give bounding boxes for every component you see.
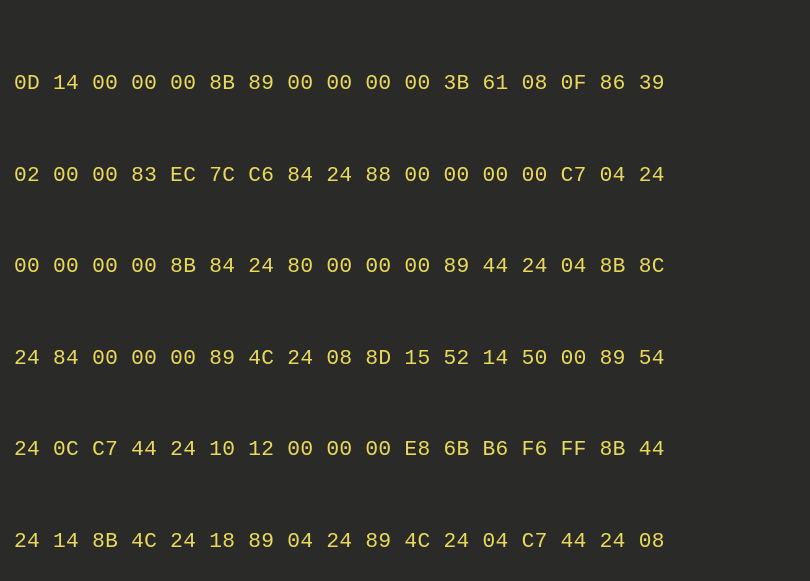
hex-row: 00 00 00 00 8B 84 24 80 00 00 00 89 44 2… [14, 252, 796, 283]
hex-row: 24 0C C7 44 24 10 12 00 00 00 E8 6B B6 F… [14, 435, 796, 466]
terminal-window: 0D 14 00 00 00 8B 89 00 00 00 00 3B 61 0… [0, 0, 810, 581]
hex-row: 02 00 00 83 EC 7C C6 84 24 88 00 00 00 0… [14, 161, 796, 192]
hex-row: 0D 14 00 00 00 8B 89 00 00 00 00 3B 61 0… [14, 69, 796, 100]
hex-row: 24 14 8B 4C 24 18 89 04 24 89 4C 24 04 C… [14, 527, 796, 558]
hex-row: 24 84 00 00 00 89 4C 24 08 8D 15 52 14 5… [14, 344, 796, 375]
hex-dump: 0D 14 00 00 00 8B 89 00 00 00 00 3B 61 0… [14, 8, 796, 581]
